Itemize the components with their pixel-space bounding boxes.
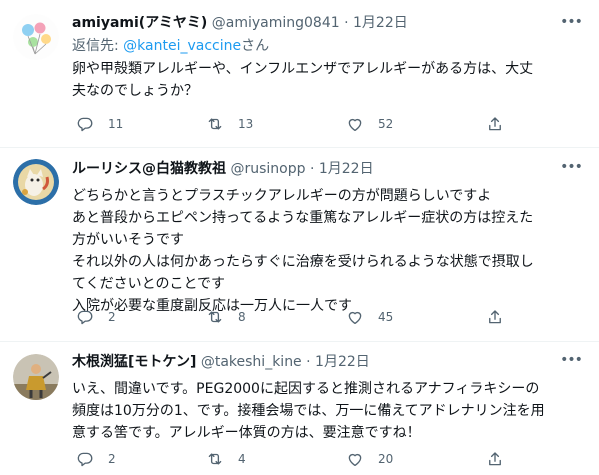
tweet[interactable]: ルーリシス@白猫教教祖 @rusinopp · 1月22日 ••• どちらかと言… (0, 148, 599, 342)
tweet-header: ルーリシス@白猫教教祖 @rusinopp · 1月22日 (72, 159, 559, 179)
user-handle[interactable]: @rusinopp (230, 161, 305, 177)
retweet-icon (206, 115, 224, 133)
user-handle[interactable]: @amiyaming0841 (212, 15, 340, 31)
retweet-count: 4 (238, 452, 246, 466)
retweet-icon (206, 308, 224, 326)
reply-to-line: 返信先: @kantei_vaccineさん (72, 36, 269, 56)
reply-count: 2 (108, 310, 116, 324)
share-button[interactable] (486, 447, 504, 471)
more-icon[interactable]: ••• (559, 159, 583, 179)
retweet-button[interactable]: 8 (206, 305, 246, 329)
like-count: 45 (378, 310, 394, 324)
retweet-icon (206, 450, 224, 468)
tweet[interactable]: 木根渕猛[モトケン] @takeshi_kine · 1月22日 ••• いえ、… (0, 342, 599, 475)
share-button[interactable] (486, 112, 504, 136)
share-button[interactable] (486, 305, 504, 329)
reply-count: 11 (108, 117, 124, 131)
heart-icon (346, 450, 364, 468)
separator-dot: · (309, 161, 315, 177)
reply-icon (76, 450, 94, 468)
display-name[interactable]: ルーリシス@白猫教教祖 (72, 161, 226, 177)
more-icon[interactable]: ••• (559, 352, 583, 372)
display-name[interactable]: 木根渕猛[モトケン] (72, 354, 196, 370)
like-count: 52 (378, 117, 394, 131)
share-icon (486, 450, 504, 468)
retweet-button[interactable]: 13 (206, 112, 253, 136)
tweet-date[interactable]: 1月22日 (315, 354, 370, 370)
tweet-text: 卵や甲殻類アレルギーや、インフルエンザでアレルギーがある方は、大丈 夫なのでしょ… (72, 61, 534, 99)
reply-button[interactable]: 2 (76, 305, 116, 329)
heart-icon (346, 115, 364, 133)
reply-to-user-link[interactable]: @kantei_vaccine (123, 38, 241, 54)
tweet-date[interactable]: 1月22日 (319, 161, 374, 177)
reply-button[interactable]: 11 (76, 112, 123, 136)
avatar[interactable] (13, 159, 59, 205)
separator-dot: · (344, 15, 349, 31)
tweet-text: どちらかと言うとプラスチックアレルギーの方が問題らしいですよ あと普段からエピペ… (72, 188, 534, 314)
like-button[interactable]: 45 (346, 305, 393, 329)
avatar[interactable] (13, 14, 59, 60)
reply-icon (76, 308, 94, 326)
heart-icon (346, 308, 364, 326)
tweet[interactable]: amiyami(アミヤミ) @amiyaming0841 · 1月22日 •••… (0, 0, 599, 148)
more-icon[interactable]: ••• (559, 14, 583, 34)
tweet-header: amiyami(アミヤミ) @amiyaming0841 · 1月22日 (72, 13, 559, 33)
like-button[interactable]: 52 (346, 112, 393, 136)
tweet-text: いえ、間違いです。PEG2000に起因すると推測されるアナフィラキシーの 頻度は… (72, 381, 545, 441)
like-button[interactable]: 20 (346, 447, 393, 471)
reply-to-label: 返信先: (72, 38, 124, 54)
reply-button[interactable]: 2 (76, 447, 116, 471)
retweet-count: 13 (238, 117, 254, 131)
share-icon (486, 115, 504, 133)
share-icon (486, 308, 504, 326)
retweet-count: 8 (238, 310, 246, 324)
reply-icon (76, 115, 94, 133)
user-handle[interactable]: @takeshi_kine (201, 354, 302, 370)
retweet-button[interactable]: 4 (206, 447, 246, 471)
separator-dot: · (306, 354, 311, 370)
tweet-header: 木根渕猛[モトケン] @takeshi_kine · 1月22日 (72, 352, 559, 372)
like-count: 20 (378, 452, 394, 466)
tweet-date[interactable]: 1月22日 (353, 15, 408, 31)
reply-count: 2 (108, 452, 116, 466)
tweet-actions: 2 4 20 (72, 447, 502, 471)
tweet-actions: 2 8 45 (72, 305, 502, 329)
tweet-actions: 11 13 52 (72, 112, 502, 136)
avatar[interactable] (13, 354, 59, 400)
reply-to-suffix: さん (241, 38, 270, 54)
display-name[interactable]: amiyami(アミヤミ) (72, 15, 207, 31)
